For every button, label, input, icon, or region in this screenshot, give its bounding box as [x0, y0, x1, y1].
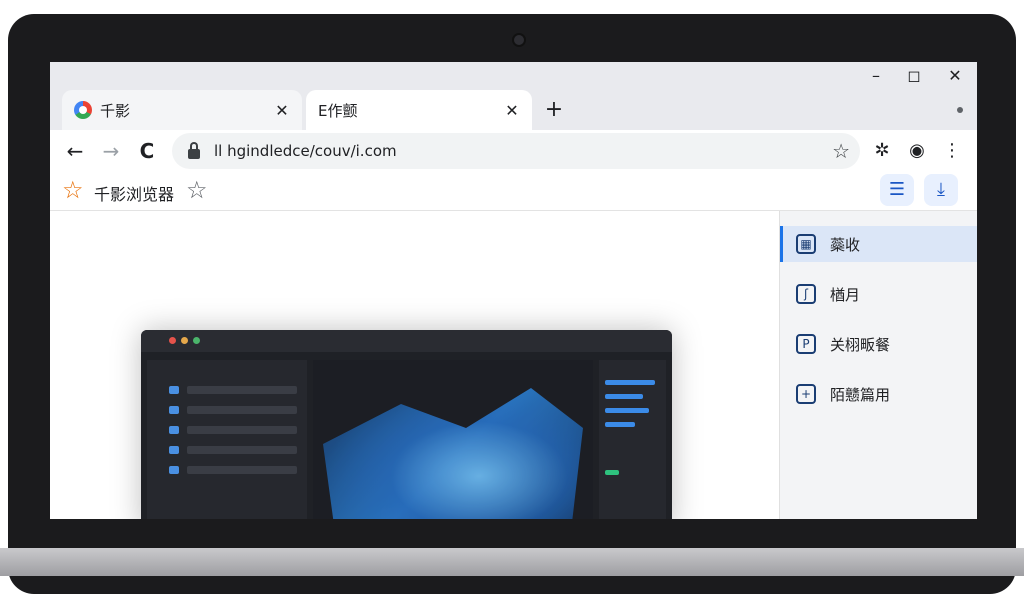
side-item-favorites[interactable]: ▦ 蘂收	[780, 226, 977, 262]
url-text[interactable]: ll hgindledce/couv/i.com	[214, 142, 397, 160]
camera-icon	[512, 33, 526, 47]
preview-properties	[599, 360, 666, 519]
reload-button[interactable]: C	[134, 138, 160, 164]
back-button[interactable]: ←	[62, 138, 88, 164]
bookmarks-bar: ☆ 千影浏览器 ☆ ☰ ⤓	[50, 172, 977, 211]
side-item-history[interactable]: ʃ 楢月	[780, 276, 977, 312]
side-item-label: 蘂收	[830, 235, 861, 254]
app-preview-image	[141, 330, 672, 519]
preview-row-icon	[169, 426, 179, 434]
bookmark-label[interactable]: 千影浏览器	[94, 181, 174, 205]
preview-dot	[193, 337, 200, 344]
address-bar[interactable]: ll hgindledce/couv/i.com ☆	[172, 133, 860, 169]
preview-row-icon	[169, 466, 179, 474]
preview-row-icon	[169, 386, 179, 394]
preview-canvas	[313, 360, 593, 519]
side-item-label: 楢月	[830, 285, 861, 304]
preview-row	[187, 406, 297, 414]
title-bar: – ◻ ✕	[50, 62, 977, 90]
tab-search-icon[interactable]	[957, 107, 963, 113]
side-item-label: 关栩畈餐	[830, 335, 891, 354]
maximize-button[interactable]: ◻	[902, 66, 926, 86]
side-item-apps[interactable]: + 陌戆篇用	[780, 376, 977, 412]
grid-icon: ▦	[796, 234, 816, 254]
preview-slider	[605, 380, 655, 385]
reading-list-button[interactable]: ☰	[880, 174, 914, 206]
tab-qianying[interactable]: 千影 ✕	[62, 90, 302, 130]
minimize-button[interactable]: –	[864, 66, 888, 86]
profile-icon[interactable]: ◉	[904, 138, 930, 164]
browser-window: – ◻ ✕ 千影 ✕ E作颤 ✕ + ← → C ll hgindledce/c…	[50, 62, 977, 519]
preview-row	[187, 446, 297, 454]
preview-slider	[605, 394, 643, 399]
download-button[interactable]: ⤓	[924, 174, 958, 206]
menu-icon[interactable]: ⋮	[939, 138, 965, 164]
side-item-chat[interactable]: P 关栩畈餐	[780, 326, 977, 362]
browser-logo-icon	[74, 101, 92, 119]
close-tab-icon[interactable]: ✕	[272, 101, 292, 120]
lock-icon[interactable]	[188, 142, 200, 159]
preview-toggle	[605, 470, 619, 475]
preview-dot	[181, 337, 188, 344]
laptop-base	[0, 548, 1024, 576]
tab-title: E作颤	[318, 101, 358, 120]
preview-row-icon	[169, 446, 179, 454]
new-tab-button[interactable]: +	[542, 98, 566, 122]
chat-icon: P	[796, 334, 816, 354]
add-bookmark-icon[interactable]: ☆	[186, 176, 208, 204]
page-content	[50, 211, 779, 519]
preview-slider	[605, 422, 635, 427]
bookmark-star-icon: ☆	[62, 176, 84, 204]
preview-row-icon	[169, 406, 179, 414]
forward-button[interactable]: →	[98, 138, 124, 164]
bookmark-star-icon[interactable]: ☆	[832, 139, 850, 163]
close-tab-icon[interactable]: ✕	[502, 101, 522, 120]
tab-active[interactable]: E作颤 ✕	[306, 90, 532, 130]
side-panel: ▦ 蘂收 ʃ 楢月 P 关栩畈餐 + 陌戆篇用	[779, 211, 977, 519]
tab-title: 千影	[100, 101, 131, 120]
preview-slider	[605, 408, 649, 413]
preview-visualization	[323, 388, 583, 519]
preview-row	[187, 386, 297, 394]
preview-titlebar	[141, 330, 672, 352]
preview-row	[187, 466, 297, 474]
preview-dot	[169, 337, 176, 344]
extensions-icon[interactable]: ✲	[869, 138, 895, 164]
history-icon: ʃ	[796, 284, 816, 304]
side-item-label: 陌戆篇用	[830, 385, 891, 404]
navigation-toolbar: ← → C ll hgindledce/couv/i.com ☆ ✲ ◉ ⋮	[50, 130, 977, 172]
preview-row	[187, 426, 297, 434]
close-window-button[interactable]: ✕	[943, 66, 967, 86]
add-app-icon: +	[796, 384, 816, 404]
preview-sidebar	[147, 360, 307, 519]
tab-strip: 千影 ✕ E作颤 ✕ +	[50, 90, 977, 130]
